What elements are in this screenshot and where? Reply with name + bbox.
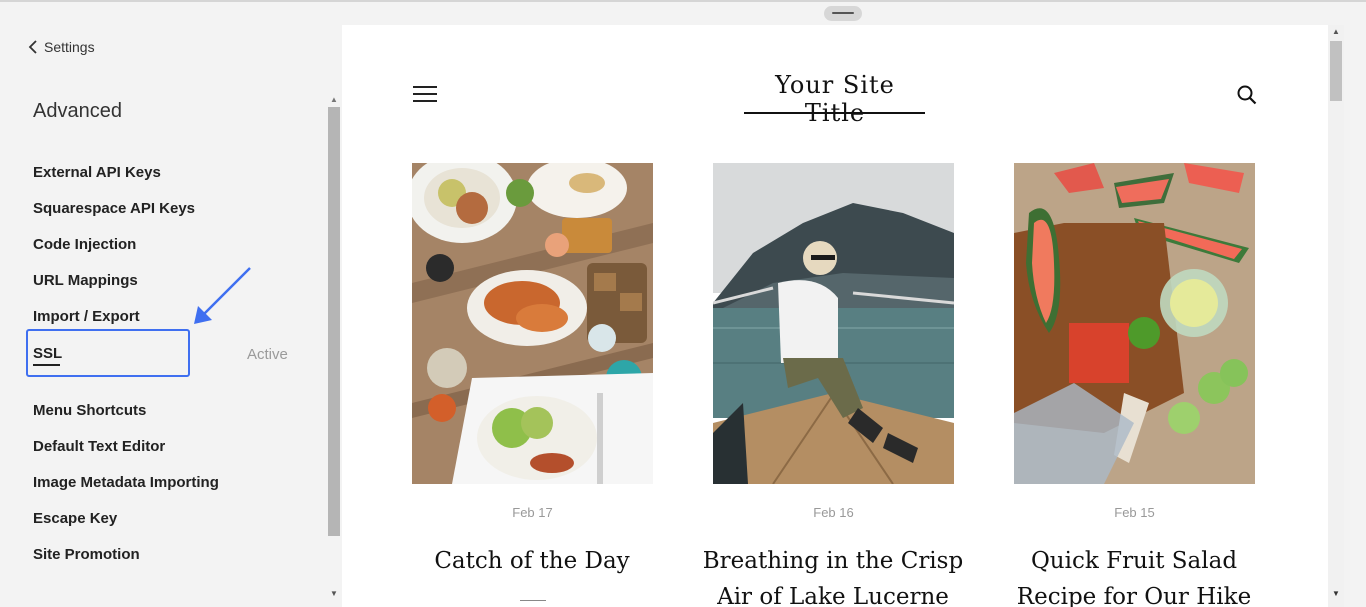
back-label: Settings [44, 39, 95, 55]
blog-post-card[interactable]: Feb 17 Catch of the Day [412, 163, 653, 574]
menu-item-import-export[interactable]: Import / Export [33, 308, 140, 325]
post-title[interactable]: Quick Fruit Salad Recipe for Our Hike [994, 543, 1274, 607]
preview-scrollbar[interactable]: ▲ ▼ [1328, 25, 1344, 607]
menu-item-code-injection[interactable]: Code Injection [33, 236, 136, 253]
ssl-status: Active [247, 346, 288, 363]
drag-handle[interactable] [824, 6, 862, 21]
scroll-down-arrow-icon[interactable]: ▼ [330, 589, 338, 598]
sidebar-scrollbar[interactable]: ▲ ▼ [327, 93, 341, 607]
scrollbar-thumb[interactable] [1330, 41, 1342, 101]
annotation-arrow-icon [194, 267, 251, 324]
menu-item-escape-key[interactable]: Escape Key [33, 510, 117, 527]
post-title[interactable]: Breathing in the Crisp Air of Lake Lucer… [693, 543, 973, 607]
panel-title: Advanced [33, 100, 122, 122]
scroll-down-arrow-icon[interactable]: ▼ [1332, 589, 1340, 598]
watermelon-board-photo[interactable] [1014, 163, 1255, 484]
blog-post-card[interactable]: Feb 16 Breathing in the Crisp Air of Lak… [703, 163, 963, 607]
menu-item-default-text-editor[interactable]: Default Text Editor [33, 438, 165, 455]
post-date: Feb 16 [813, 505, 854, 520]
back-to-settings-button[interactable]: Settings [28, 39, 95, 55]
settings-sidebar: Settings Advanced External API Keys Squa… [0, 2, 326, 607]
scroll-up-arrow-icon[interactable]: ▲ [1332, 27, 1340, 36]
post-divider [520, 600, 546, 601]
food-table-photo[interactable] [412, 163, 653, 484]
post-date: Feb 17 [512, 505, 553, 520]
ssl-underline [33, 364, 60, 366]
menu-item-external-api-keys[interactable]: External API Keys [33, 164, 161, 181]
right-gutter [1344, 2, 1366, 607]
post-title[interactable]: Catch of the Day [392, 543, 672, 579]
app-window: Settings Advanced External API Keys Squa… [0, 0, 1366, 607]
site-title[interactable]: Your Site Title [745, 71, 925, 127]
post-date: Feb 15 [1114, 505, 1155, 520]
blog-post-card[interactable]: Feb 15 Quick Fruit Salad Recipe for Our … [1014, 163, 1255, 607]
menu-item-url-mappings[interactable]: URL Mappings [33, 272, 138, 289]
menu-item-site-promotion[interactable]: Site Promotion [33, 546, 140, 563]
menu-item-ssl[interactable]: SSL [33, 345, 62, 362]
menu-item-squarespace-api-keys[interactable]: Squarespace API Keys [33, 200, 195, 217]
menu-item-image-metadata-importing[interactable]: Image Metadata Importing [33, 474, 219, 491]
scroll-up-arrow-icon[interactable]: ▲ [330, 95, 338, 104]
chevron-left-icon [28, 40, 37, 54]
hamburger-menu-icon[interactable] [413, 85, 437, 103]
menu-item-menu-shortcuts[interactable]: Menu Shortcuts [33, 402, 146, 419]
scrollbar-thumb[interactable] [328, 107, 340, 536]
site-title-underline [744, 112, 925, 114]
site-preview: Your Site Title Feb 17 Catch of the Day … [342, 25, 1328, 607]
woman-on-boat-photo[interactable] [713, 163, 954, 484]
search-icon[interactable] [1237, 85, 1257, 105]
